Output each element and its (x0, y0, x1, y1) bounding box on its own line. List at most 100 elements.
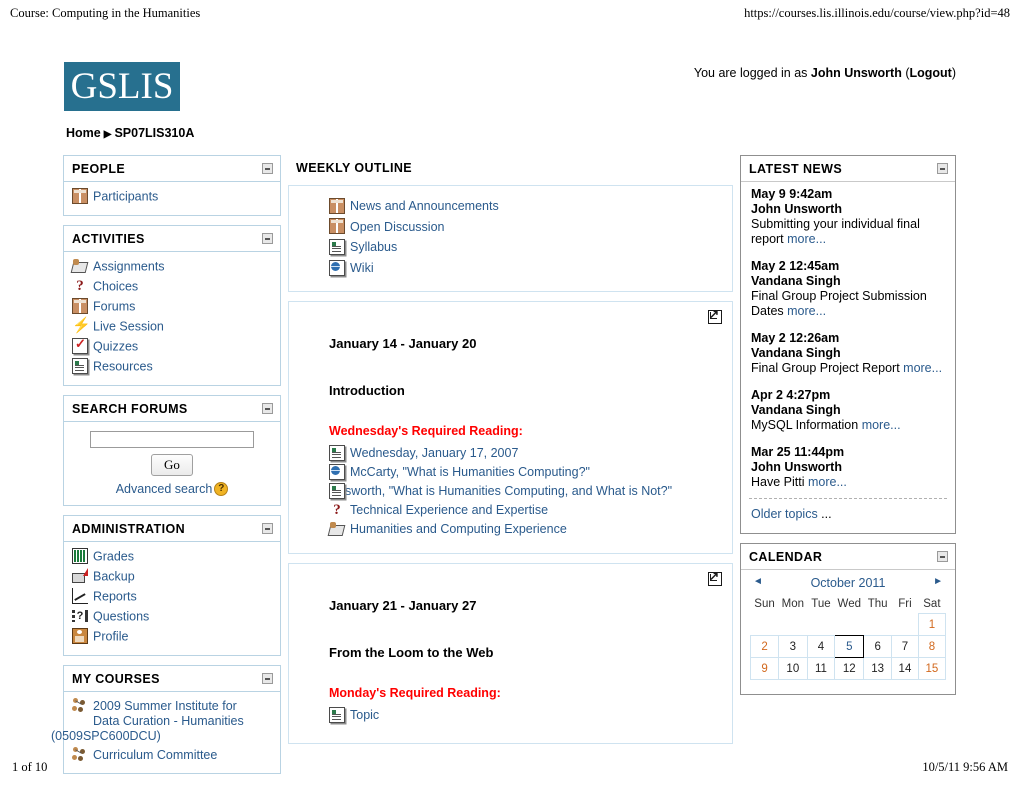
page-title: WEEKLY OUTLINE (296, 161, 413, 175)
highlight-week-icon[interactable] (708, 569, 722, 586)
calendar-cell-day[interactable]: 4 (806, 635, 836, 658)
sidebar-item-participants[interactable]: Participants (70, 187, 274, 207)
sidebar-item-backup[interactable]: Backup (70, 567, 274, 587)
calendar-prev-month-icon[interactable]: ◄ (753, 576, 763, 587)
calendar-next-month-icon[interactable]: ► (933, 576, 943, 587)
calendar-cell-day[interactable]: 10 (778, 657, 808, 680)
block-activities-title: ACTIVITIES (72, 232, 145, 246)
resource-link-label: Technical Experience and Expertise (350, 502, 549, 517)
resource-link-unsworth[interactable]: Unsworth, "What is Humanities Computing,… (329, 482, 720, 501)
news-item: May 2 12:45am Vandana Singh Final Group … (747, 259, 949, 331)
block-search-forums-body: Go Advanced search (64, 422, 280, 505)
my-course-label-line2: Data Curation - Humanities (93, 713, 244, 728)
news-author: John Unsworth (751, 202, 842, 216)
calendar-cell-day[interactable]: 15 (917, 657, 947, 680)
search-input[interactable] (90, 431, 254, 448)
calendar-cell-day[interactable]: 13 (863, 657, 893, 680)
news-more-link[interactable]: more... (787, 232, 826, 246)
my-course-item-summer-institute[interactable]: 2009 Summer Institute for Data Curation … (51, 697, 274, 746)
calendar-month-label[interactable]: October 2011 (811, 576, 886, 590)
resource-link-mccarty[interactable]: McCarty, "What is Humanities Computing?" (329, 463, 720, 482)
sidebar-item-profile[interactable]: Profile (70, 627, 274, 647)
collapse-icon[interactable] (937, 163, 948, 174)
block-people-body: Participants (64, 182, 280, 215)
news-more-link[interactable]: more... (862, 418, 901, 432)
calendar-cell-day[interactable]: 9 (749, 657, 780, 680)
week-reading-heading: Wednesday's Required Reading: (329, 423, 523, 438)
news-more-link[interactable]: more... (808, 475, 847, 489)
block-administration-header: ADMINISTRATION (64, 516, 280, 542)
questions-icon (72, 608, 88, 624)
sidebar-item-grades[interactable]: Grades (70, 547, 274, 567)
section-general-links: News and Announcements Open Discussion S… (301, 196, 720, 279)
sidebar-item-label: Grades (93, 549, 134, 564)
collapse-icon[interactable] (262, 403, 273, 414)
calendar-cell-day[interactable]: 3 (778, 635, 808, 658)
news-more-link[interactable]: more... (787, 304, 826, 318)
search-go-button[interactable]: Go (151, 454, 193, 476)
assignment-link-humanities-computing-experience[interactable]: Humanities and Computing Experience (329, 520, 720, 539)
block-calendar-header: CALENDAR (741, 544, 955, 570)
sidebar-item-label: Quizzes (93, 339, 139, 354)
sidebar-item-label: Backup (93, 569, 135, 584)
sidebar-item-assignments[interactable]: Assignments (70, 257, 274, 277)
collapse-icon[interactable] (262, 233, 273, 244)
collapse-icon[interactable] (262, 672, 273, 684)
choice-icon (72, 278, 88, 294)
block-activities: ACTIVITIES Assignments Choices Forums Li… (63, 225, 281, 386)
activity-link-news-and-announcements[interactable]: News and Announcements (329, 196, 720, 217)
block-latest-news-body: May 9 9:42am John Unsworth Submitting yo… (741, 182, 955, 533)
sidebar-item-forums[interactable]: Forums (70, 297, 274, 317)
help-icon[interactable] (214, 481, 229, 496)
block-search-forums: SEARCH FORUMS Go Advanced search (63, 395, 281, 506)
collapse-icon[interactable] (262, 522, 273, 534)
activity-link-syllabus[interactable]: Syllabus (329, 237, 720, 258)
collapse-icon[interactable] (937, 551, 948, 562)
sidebar-item-reports[interactable]: Reports (70, 587, 274, 607)
logout-link[interactable]: Logout (909, 66, 951, 80)
activity-link-wiki[interactable]: Wiki (329, 258, 720, 279)
collapse-icon[interactable] (262, 163, 273, 174)
activity-link-label: Wiki (350, 261, 374, 276)
news-more-link[interactable]: more... (903, 361, 942, 375)
resource-link-topic[interactable]: Topic (329, 706, 720, 725)
advanced-search-link[interactable]: Advanced search (116, 482, 213, 496)
activity-link-open-discussion[interactable]: Open Discussion (329, 217, 720, 238)
breadcrumb-separator-icon: ▶ (103, 129, 112, 140)
block-administration-body: Grades Backup Reports Questions Profile (64, 542, 280, 655)
week-reading-heading: Monday's Required Reading: (329, 685, 501, 700)
sidebar-item-resources[interactable]: Resources (70, 357, 274, 377)
calendar-cell-day[interactable]: 11 (806, 657, 836, 680)
sidebar-item-label: Profile (93, 629, 129, 644)
resource-link-label: Humanities and Computing Experience (350, 521, 567, 536)
news-author: Vandana Singh (751, 346, 841, 360)
news-date: Apr 2 4:27pm (751, 388, 831, 402)
calendar-cell-day[interactable]: 7 (891, 635, 919, 658)
sidebar-item-quizzes[interactable]: Quizzes (70, 336, 274, 357)
breadcrumb-course-label: SP07LIS310A (114, 126, 195, 140)
calendar-cell-day[interactable]: 14 (891, 657, 919, 680)
sidebar-item-live-session[interactable]: Live Session (70, 317, 274, 337)
sidebar-item-questions[interactable]: Questions (70, 607, 274, 627)
news-date: May 2 12:26am (751, 331, 840, 345)
login-paren-close: ) (951, 66, 956, 80)
calendar-cell-day[interactable]: 12 (834, 657, 865, 680)
calendar-cell-empty (892, 614, 919, 636)
calendar-cell-day[interactable]: 6 (863, 635, 893, 658)
breadcrumb-home-link[interactable]: Home (66, 126, 101, 140)
calendar-cell-day[interactable]: 2 (749, 635, 780, 658)
highlight-week-icon[interactable] (708, 307, 722, 324)
resource-link-wednesday-jan-17[interactable]: Wednesday, January 17, 2007 (329, 444, 720, 463)
choice-link-technical-experience[interactable]: Technical Experience and Expertise (329, 501, 720, 520)
sidebar-item-label: Forums (93, 299, 136, 314)
calendar-week-row: 9 10 11 12 13 14 15 (749, 657, 947, 680)
older-topics-link[interactable]: Older topics (751, 507, 818, 521)
grades-icon (72, 547, 88, 564)
calendar-cell-day[interactable]: 1 (917, 613, 947, 636)
calendar-cell-day[interactable]: 8 (917, 635, 947, 658)
section-general: News and Announcements Open Discussion S… (288, 185, 733, 292)
calendar-cell-today[interactable]: 5 (834, 635, 865, 658)
section-week-2: January 21 - January 27 From the Loom to… (288, 562, 733, 744)
live-session-icon (72, 318, 88, 334)
sidebar-item-choices[interactable]: Choices (70, 277, 274, 297)
